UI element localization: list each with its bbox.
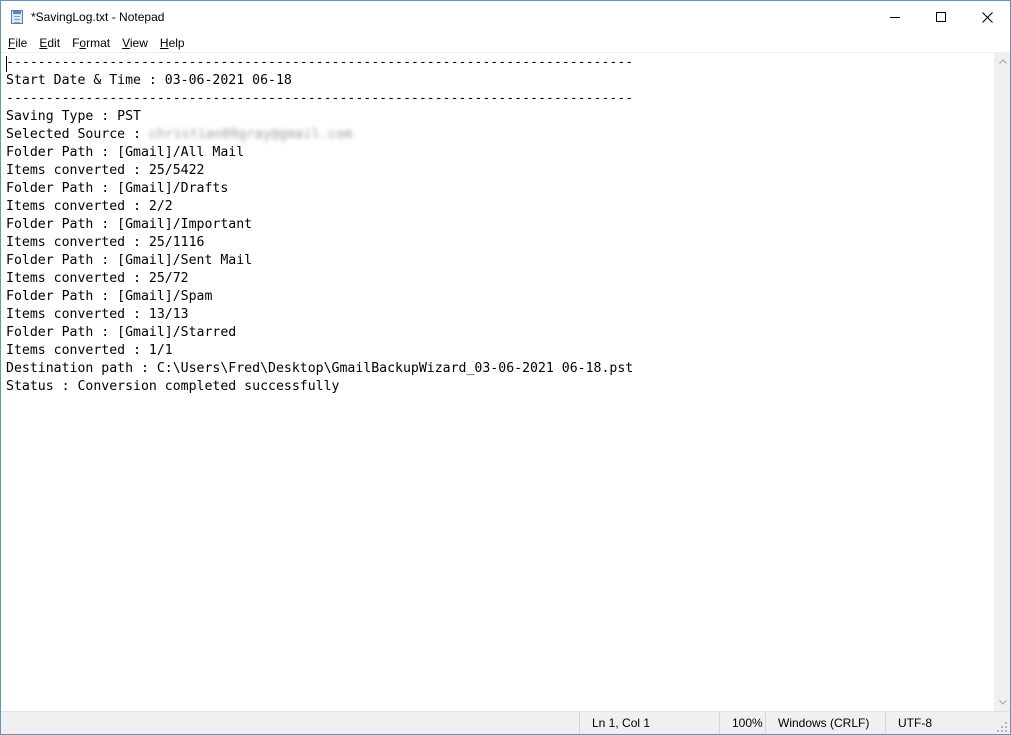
caption-buttons	[872, 1, 1010, 33]
text-line: ----------------------------------------…	[6, 91, 634, 106]
text-line: Saving Type : PST	[6, 109, 141, 124]
minimize-icon	[890, 17, 900, 18]
document-text[interactable]: ----------------------------------------…	[6, 54, 633, 396]
title-bar[interactable]: *SavingLog.txt - Notepad	[1, 1, 1010, 33]
menu-bar: File Edit Format View Help	[1, 33, 1010, 53]
text-editor[interactable]: ----------------------------------------…	[1, 53, 994, 711]
text-line: Destination path : C:\Users\Fred\Desktop…	[6, 361, 634, 376]
text-line: Items converted : 25/1116	[6, 235, 205, 250]
redacted-email: christian00gray@gmail.com	[148, 127, 353, 142]
menu-edit[interactable]: Edit	[33, 33, 66, 53]
notepad-icon[interactable]	[9, 9, 25, 25]
minimize-button[interactable]	[872, 1, 918, 33]
window-title: *SavingLog.txt - Notepad	[31, 10, 165, 24]
text-line: Items converted : 2/2	[6, 199, 173, 214]
text-line: Start Date & Time : 03-06-2021 06-18	[6, 73, 292, 88]
text-line: Folder Path : [Gmail]/Important	[6, 217, 253, 232]
menu-format[interactable]: Format	[66, 33, 116, 53]
notepad-window: *SavingLog.txt - Notepad File Edit Forma…	[0, 0, 1011, 735]
resize-grip-icon[interactable]	[996, 721, 1008, 733]
status-encoding: UTF-8	[885, 712, 994, 734]
scroll-up-button[interactable]	[995, 53, 1010, 70]
menu-file[interactable]: File	[2, 33, 33, 53]
status-zoom: 100%	[719, 712, 765, 734]
vertical-scrollbar[interactable]	[994, 53, 1010, 711]
close-icon	[981, 11, 993, 23]
text-line: Folder Path : [Gmail]/Starred	[6, 325, 237, 340]
menu-view[interactable]: View	[116, 33, 154, 53]
text-line: Items converted : 13/13	[6, 307, 189, 322]
text-line: Folder Path : [Gmail]/Spam	[6, 289, 213, 304]
text-line: Status : Conversion completed successful…	[6, 379, 340, 394]
scroll-down-button[interactable]	[995, 694, 1010, 711]
status-line-endings: Windows (CRLF)	[765, 712, 885, 734]
status-cursor-position: Ln 1, Col 1	[579, 712, 719, 734]
menu-help[interactable]: Help	[154, 33, 191, 53]
chevron-down-icon	[999, 700, 1007, 705]
text-line: Folder Path : [Gmail]/Drafts	[6, 181, 229, 196]
maximize-button[interactable]	[918, 1, 964, 33]
maximize-icon	[936, 12, 946, 22]
text-line: Items converted : 1/1	[6, 343, 173, 358]
text-line: Folder Path : [Gmail]/Sent Mail	[6, 253, 253, 268]
chevron-up-icon	[999, 59, 1007, 64]
text-line: Items converted : 25/5422	[6, 163, 205, 178]
text-line: Items converted : 25/72	[6, 271, 189, 286]
text-line: Folder Path : [Gmail]/All Mail	[6, 145, 245, 160]
text-line-selected-source: Selected Source : christian00gray@gmail.…	[6, 127, 353, 142]
close-button[interactable]	[964, 1, 1010, 33]
text-line: ----------------------------------------…	[6, 55, 634, 70]
status-bar: Ln 1, Col 1 100% Windows (CRLF) UTF-8	[1, 711, 1010, 734]
